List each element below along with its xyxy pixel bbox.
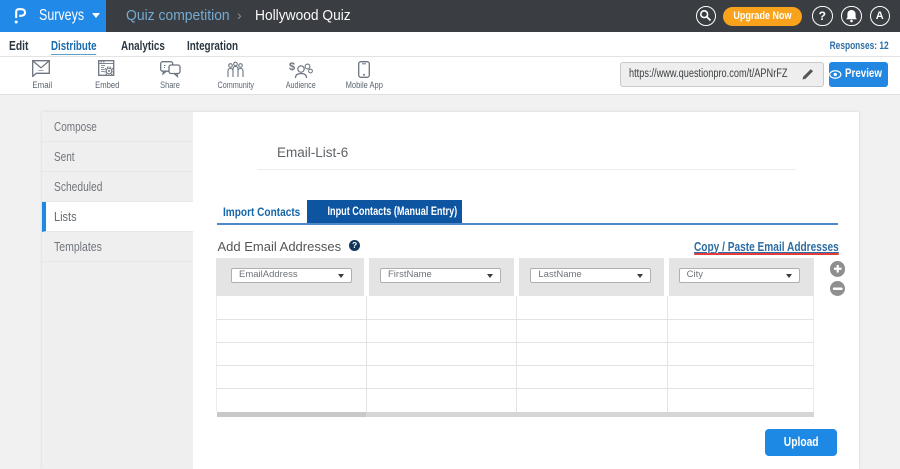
svg-text:$: $ <box>289 61 295 73</box>
